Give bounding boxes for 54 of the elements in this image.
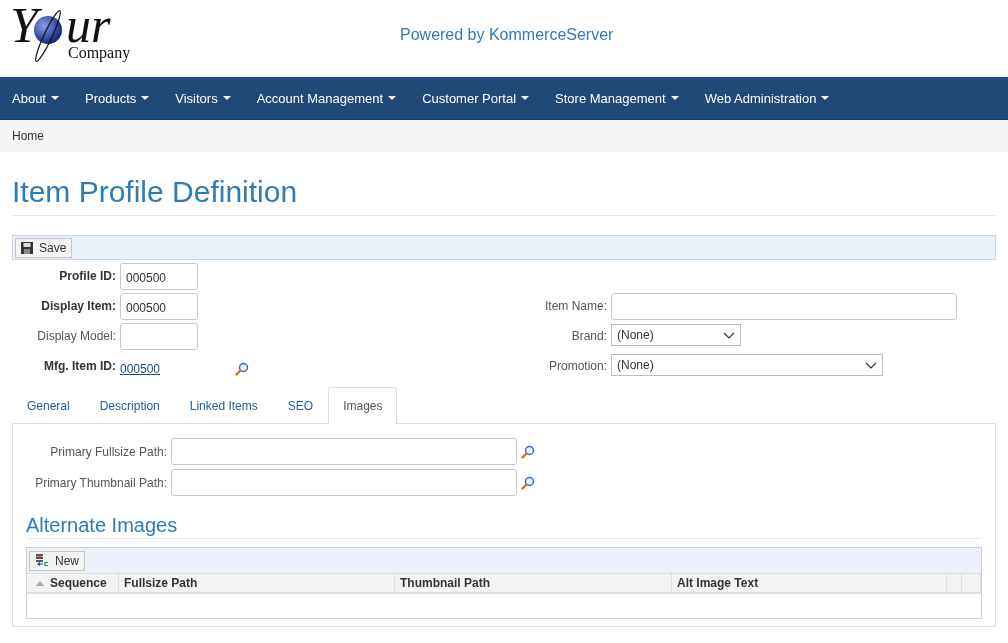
- nav-menu-item[interactable]: Web Administration: [692, 77, 842, 119]
- text-field[interactable]: [171, 438, 517, 465]
- chevron-down-icon: [723, 331, 735, 339]
- field-label: Primary Thumbnail Path:: [34, 475, 167, 490]
- caret-icon: [821, 96, 830, 100]
- caret-icon: [388, 96, 397, 100]
- column-header[interactable]: Fullsize Path: [119, 574, 395, 592]
- nav-menu-item[interactable]: Visitors: [163, 77, 243, 119]
- field-label: Brand:: [570, 328, 607, 345]
- field-label: Primary Fullsize Path:: [49, 444, 167, 459]
- powered-by-text: Powered by KommerceServer: [400, 26, 614, 44]
- field-label: Display Item:: [40, 298, 116, 315]
- tab[interactable]: Images: [328, 387, 398, 424]
- section-title: Alternate Images: [26, 514, 982, 539]
- nav-menu-item[interactable]: Account Management: [244, 77, 409, 119]
- nav-menu-item[interactable]: Store Management: [543, 77, 691, 119]
- tab[interactable]: Description: [84, 387, 175, 424]
- caret-icon: [670, 96, 679, 100]
- field-label: Mfg. Item ID:: [43, 358, 116, 375]
- search-icon: [235, 362, 250, 376]
- nav-menu-item[interactable]: Customer Portal: [410, 77, 542, 119]
- caret-icon: [222, 96, 231, 100]
- text-field[interactable]: 000500: [120, 293, 198, 320]
- field-label: Item Name:: [544, 298, 607, 315]
- tab[interactable]: General: [12, 387, 85, 424]
- search-icon: [521, 475, 535, 490]
- caret-icon: [51, 96, 59, 100]
- breadcrumb-link[interactable]: Home: [12, 129, 44, 143]
- column-header[interactable]: Alt Image Text: [672, 574, 947, 592]
- text-field[interactable]: [611, 293, 957, 320]
- text-field[interactable]: [171, 469, 517, 496]
- dropdown[interactable]: (None): [611, 354, 883, 376]
- nav-menu-item[interactable]: Products: [73, 77, 162, 119]
- item-id-link[interactable]: 000500: [120, 362, 161, 376]
- save-button[interactable]: Save: [15, 237, 73, 258]
- text-field[interactable]: [120, 323, 198, 350]
- field-label: Promotion:: [547, 358, 607, 375]
- field-label: Display Model:: [36, 328, 116, 345]
- new-button[interactable]: New: [29, 550, 85, 571]
- text-field[interactable]: 000500: [120, 263, 198, 290]
- chevron-down-icon: [865, 361, 877, 369]
- column-header[interactable]: Thumbnail Path: [395, 574, 672, 592]
- column-header[interactable]: Sequence: [27, 574, 119, 592]
- field-label: Profile ID:: [58, 268, 116, 285]
- tab[interactable]: SEO: [272, 387, 329, 424]
- add-row-icon: [35, 554, 49, 567]
- dropdown[interactable]: (None): [611, 324, 741, 346]
- page-title: Item Profile Definition: [12, 152, 996, 216]
- tab[interactable]: Linked Items: [174, 387, 273, 424]
- nav-menu-item[interactable]: About: [0, 77, 71, 119]
- caret-icon: [141, 96, 150, 100]
- sort-ascending-icon: [36, 580, 44, 586]
- search-icon: [521, 444, 535, 459]
- caret-icon: [521, 96, 530, 100]
